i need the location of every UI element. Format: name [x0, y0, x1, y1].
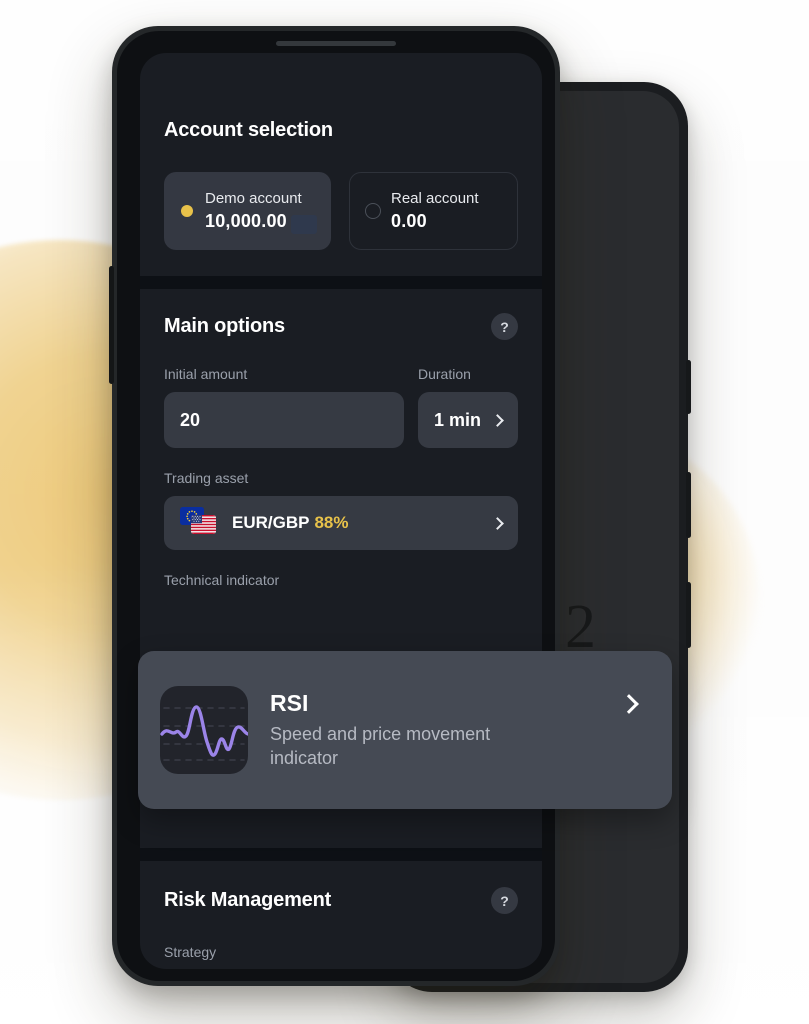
currency-pair-flags: [180, 507, 220, 539]
rsi-wave-icon: [160, 686, 248, 774]
duration-field-group: Duration 1 min: [418, 366, 518, 448]
trading-asset-payout: 88%: [314, 513, 349, 532]
section-divider-top: [140, 276, 542, 289]
demo-account-text: Demo account 10,000.00: [205, 190, 302, 232]
main-options-fields-row: Initial amount 20 Duration 1 min: [164, 366, 518, 448]
main-options-section: Main options ? Initial amount 20 Duratio…: [140, 289, 542, 620]
front-phone-screen: Account selection Demo account 10,000.00: [140, 53, 542, 969]
main-options-header: Main options ?: [164, 313, 518, 340]
account-selection-section: Account selection Demo account 10,000.00: [140, 53, 542, 276]
radio-unselected-ring-icon: [364, 203, 381, 219]
initial-amount-label: Initial amount: [164, 366, 248, 382]
duration-selector[interactable]: 1 min: [418, 392, 518, 448]
real-account-balance: 0.00: [391, 211, 427, 231]
real-account-card[interactable]: Real account 0.00: [349, 172, 518, 250]
technical-indicator-group: Technical indicator: [164, 572, 518, 588]
back-phone-side-button-2[interactable]: [686, 472, 691, 538]
front-phone-volume-button[interactable]: [109, 266, 114, 384]
section-divider-bottom: [140, 848, 542, 861]
real-account-text: Real account 0.00: [391, 190, 479, 232]
back-phone-screen-glyph: 2: [565, 593, 596, 661]
real-account-label: Real account: [391, 190, 479, 207]
account-selection-title: Account selection: [164, 119, 333, 141]
account-cards-row: Demo account 10,000.00 Real account 0.00: [164, 172, 518, 250]
trading-app: Account selection Demo account 10,000.00: [140, 53, 542, 969]
us-flag-icon: [191, 515, 216, 534]
main-options-title: Main options: [164, 315, 285, 337]
radio-selected-dot-icon: [180, 205, 193, 217]
trading-asset-name: EUR/GBP: [232, 513, 310, 532]
initial-amount-field-group: Initial amount 20: [164, 366, 404, 448]
rsi-title: RSI: [270, 689, 309, 716]
duration-value: 1 min: [434, 409, 482, 430]
real-account-radio[interactable]: [364, 203, 381, 220]
risk-management-title: Risk Management: [164, 889, 332, 911]
back-phone-side-button-3[interactable]: [686, 582, 691, 648]
back-phone-side-button-1[interactable]: [686, 360, 691, 414]
trading-asset-left: EUR/GBP 88%: [180, 507, 349, 539]
trading-asset-label: Trading asset: [164, 470, 249, 486]
front-phone-bezel: Account selection Demo account 10,000.00: [117, 31, 555, 981]
risk-management-help-icon[interactable]: ?: [491, 887, 518, 914]
technical-indicator-card[interactable]: RSI Speed and price movement indicator: [138, 651, 672, 809]
demo-account-label: Demo account: [205, 190, 302, 207]
earpiece-speaker: [276, 41, 396, 46]
risk-management-header: Risk Management ?: [164, 887, 518, 914]
demo-account-card[interactable]: Demo account 10,000.00: [164, 172, 331, 250]
strategy-label: Strategy: [164, 944, 217, 960]
trading-asset-selector[interactable]: EUR/GBP 88%: [164, 496, 518, 550]
chevron-right-icon: [619, 694, 639, 714]
chevron-right-icon: [491, 413, 504, 427]
chevron-right-icon: [491, 516, 504, 530]
initial-amount-input[interactable]: 20: [164, 392, 404, 448]
trading-asset-name-wrap: EUR/GBP 88%: [232, 513, 349, 533]
demo-account-highlight: [291, 215, 317, 234]
trading-asset-group: Trading asset EUR/GBP 88%: [164, 470, 518, 550]
main-options-help-icon[interactable]: ?: [491, 313, 518, 340]
duration-label: Duration: [418, 366, 471, 382]
screenshot-stage: 2 Account selection Demo account 10,000.…: [0, 0, 809, 1024]
technical-indicator-label: Technical indicator: [164, 572, 280, 588]
rsi-text-block: RSI Speed and price movement indicator: [270, 690, 622, 771]
demo-account-radio[interactable]: [178, 203, 195, 220]
front-phone-device: Account selection Demo account 10,000.00: [109, 26, 560, 986]
demo-account-balance: 10,000.00: [205, 211, 287, 231]
rsi-description: Speed and price movement indicator: [270, 723, 491, 768]
risk-management-section: Risk Management ? Strategy: [140, 861, 542, 969]
